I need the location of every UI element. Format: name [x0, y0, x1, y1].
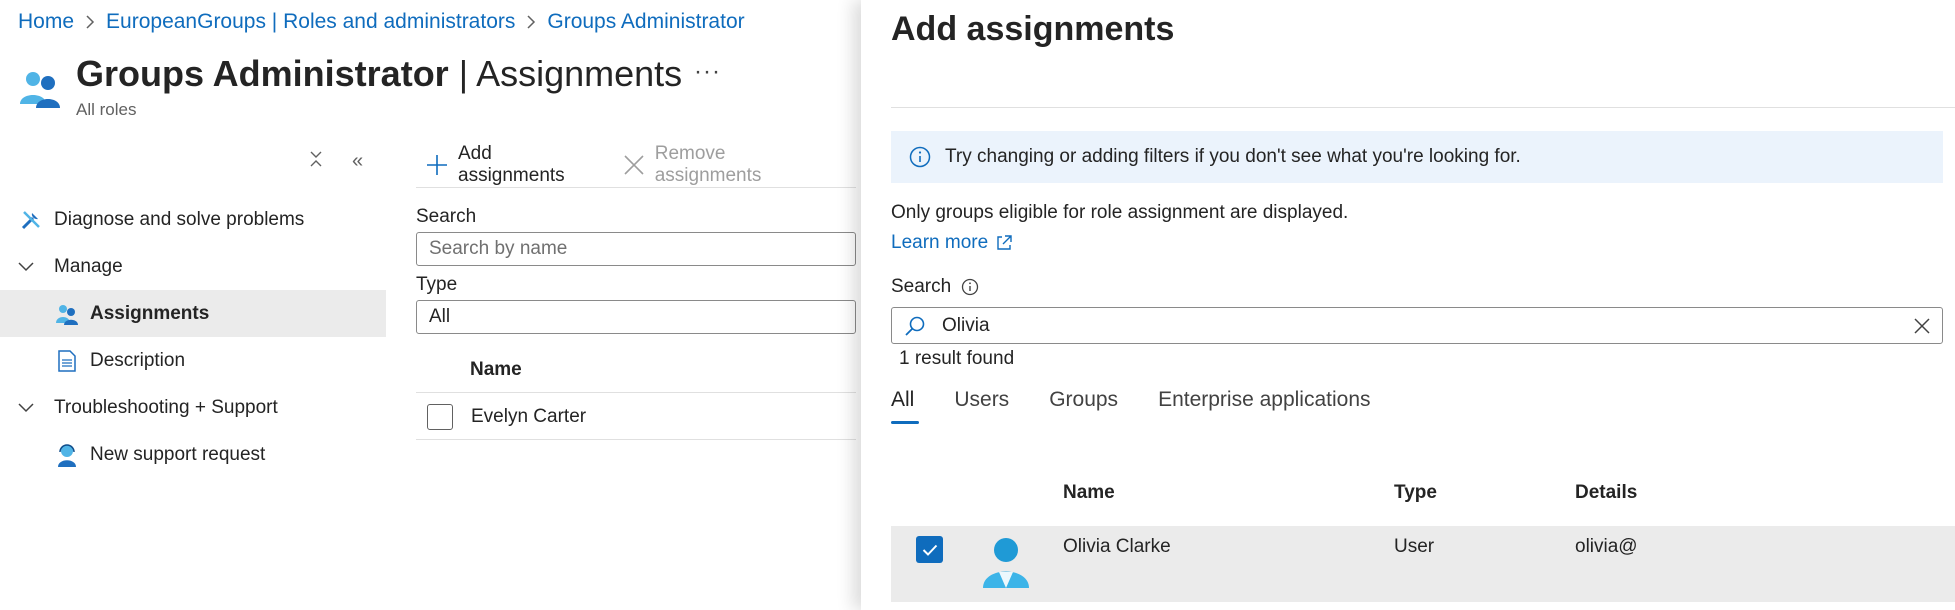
- panel-title: Add assignments: [891, 10, 1175, 48]
- search-label: Search: [416, 206, 477, 227]
- panel-search-label: Search: [891, 276, 979, 298]
- page-title: Groups Administrator | Assignments: [76, 53, 683, 94]
- page-subtitle: All roles: [76, 100, 137, 119]
- plus-icon: [426, 149, 448, 181]
- panel-search-label-text: Search: [891, 276, 952, 297]
- panel-search-box: [891, 307, 1943, 344]
- result-tabs: All Users Groups Enterprise applications: [891, 388, 1411, 424]
- results-header: Name Type Details: [891, 472, 1955, 512]
- info-icon[interactable]: [961, 278, 979, 296]
- sidebar-group-manage[interactable]: Manage: [0, 243, 386, 290]
- clear-search-icon[interactable]: [1912, 316, 1932, 336]
- document-icon: [54, 348, 80, 374]
- search-input[interactable]: Search by name: [416, 232, 856, 266]
- column-name[interactable]: Name: [470, 359, 522, 381]
- sidebar-item-diagnose[interactable]: Diagnose and solve problems: [0, 196, 386, 243]
- info-text: Try changing or adding filters if you do…: [945, 146, 1521, 167]
- users-role-icon: [18, 66, 62, 110]
- chevron-down-icon: [18, 402, 38, 413]
- add-assignments-button[interactable]: Add assignments: [416, 143, 601, 187]
- remove-assignments-label: Remove assignments: [654, 142, 762, 186]
- result-count: 1 result found: [899, 348, 1015, 369]
- remove-assignments-button[interactable]: Remove assignments: [623, 143, 834, 187]
- tab-groups[interactable]: Groups: [1049, 388, 1118, 424]
- table-row[interactable]: Evelyn Carter: [416, 394, 856, 440]
- add-assignments-label: Add assignments: [458, 142, 565, 186]
- sidebar-item-label: Troubleshooting + Support: [54, 396, 278, 418]
- tab-all[interactable]: All: [891, 388, 920, 424]
- external-link-icon: [997, 235, 1012, 250]
- search-icon: [904, 315, 926, 337]
- learn-more-label: Learn more: [891, 232, 989, 253]
- wrench-icon: [18, 207, 44, 233]
- learn-more-link[interactable]: Learn more: [891, 232, 1012, 254]
- command-bar: Add assignments Remove assignments: [416, 142, 856, 188]
- sidebar-item-assignments[interactable]: Assignments: [0, 290, 386, 337]
- info-icon: [909, 146, 931, 168]
- result-name: Olivia Clarke: [1063, 536, 1171, 557]
- sidebar-item-label: Manage: [54, 255, 123, 277]
- column-details[interactable]: Details: [1575, 482, 1637, 504]
- users-icon: [54, 301, 80, 327]
- sidebar: Diagnose and solve problems Manage Assig…: [0, 196, 386, 478]
- collapse-all-icon[interactable]: [308, 150, 324, 174]
- page-header: Groups Administrator | Assignments All r…: [18, 52, 682, 120]
- panel-search-input[interactable]: [942, 314, 1912, 337]
- close-icon: [623, 149, 645, 181]
- result-details: olivia@: [1575, 536, 1638, 557]
- row-checkbox[interactable]: [427, 403, 453, 430]
- table-row[interactable]: Olivia Clarke User olivia@: [891, 526, 1955, 602]
- add-assignments-panel: Add assignments Try changing or adding f…: [861, 0, 1955, 610]
- sidebar-controls: «: [308, 150, 363, 174]
- chevron-right-icon: [85, 15, 95, 29]
- filters: Search Search by name Type All: [416, 206, 856, 334]
- row-name: Evelyn Carter: [471, 405, 587, 427]
- info-message-bar: Try changing or adding filters if you do…: [891, 131, 1943, 183]
- sidebar-group-troubleshooting[interactable]: Troubleshooting + Support: [0, 384, 386, 431]
- tab-enterprise-applications[interactable]: Enterprise applications: [1158, 388, 1370, 424]
- breadcrumb: Home EuropeanGroups | Roles and administ…: [18, 10, 745, 34]
- breadcrumb-roles[interactable]: EuropeanGroups | Roles and administrator…: [106, 10, 515, 34]
- tab-users[interactable]: Users: [954, 388, 1009, 424]
- eligibility-note: Only groups eligible for role assignment…: [891, 202, 1349, 223]
- chevron-down-icon: [18, 261, 38, 272]
- breadcrumb-groups-administrator[interactable]: Groups Administrator: [547, 10, 744, 34]
- divider: [891, 107, 1955, 108]
- user-avatar-icon: [981, 534, 1031, 594]
- sidebar-item-support[interactable]: New support request: [0, 431, 386, 478]
- sidebar-item-label: New support request: [90, 443, 266, 465]
- list-header: Name: [416, 348, 856, 393]
- collapse-sidebar-icon[interactable]: «: [352, 150, 363, 174]
- breadcrumb-home[interactable]: Home: [18, 10, 74, 34]
- result-type: User: [1394, 536, 1435, 557]
- row-checkbox-checked[interactable]: [916, 536, 943, 563]
- chevron-right-icon: [526, 15, 536, 29]
- type-label: Type: [416, 274, 458, 295]
- sidebar-item-label: Assignments: [90, 302, 210, 324]
- more-options-icon[interactable]: ···: [694, 58, 721, 86]
- sidebar-item-description[interactable]: Description: [0, 337, 386, 384]
- sidebar-item-label: Description: [90, 349, 186, 371]
- support-agent-icon: [54, 442, 80, 468]
- column-type[interactable]: Type: [1394, 482, 1437, 504]
- sidebar-item-label: Diagnose and solve problems: [54, 208, 305, 230]
- checkmark-icon: [922, 544, 937, 556]
- type-select[interactable]: All: [416, 300, 856, 334]
- column-name[interactable]: Name: [1063, 482, 1115, 504]
